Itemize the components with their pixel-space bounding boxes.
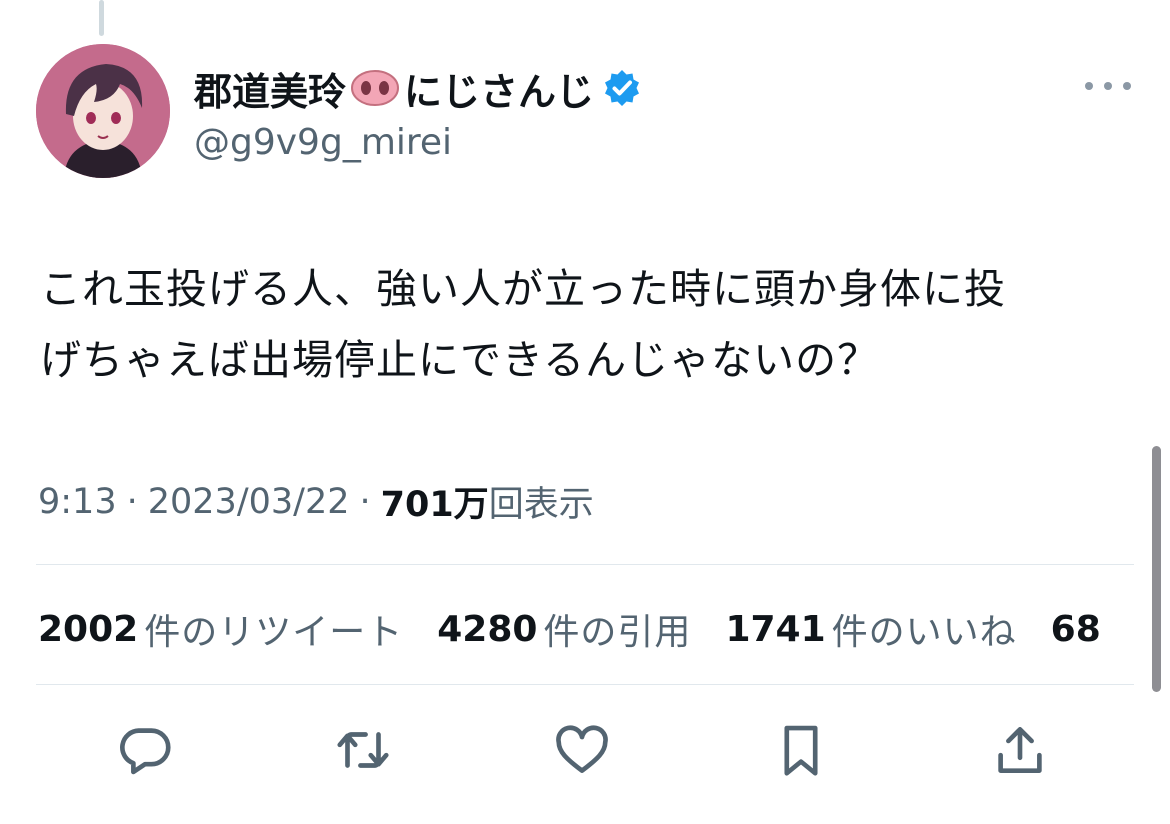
tweet-text-line: これ玉投げる人、強い人が立った時に頭か身体に投 xyxy=(40,265,1006,313)
more-dot-icon xyxy=(1123,82,1131,90)
divider xyxy=(36,564,1134,565)
bookmarks-stat[interactable]: 68 xyxy=(1051,609,1107,650)
like-button[interactable] xyxy=(547,712,617,788)
retweet-icon xyxy=(337,732,389,768)
tweet-text: これ玉投げる人、強い人が立った時に頭か身体に投 げちゃえば出場停止にできるんじゃ… xyxy=(40,254,1140,396)
share-icon xyxy=(998,727,1042,773)
display-name[interactable]: 郡道美玲 xyxy=(194,61,346,116)
pig-nose-icon xyxy=(350,69,400,107)
reply-button[interactable] xyxy=(110,712,180,788)
quotes-count: 4280 xyxy=(437,608,538,650)
retweets-label: 件のリツイート xyxy=(144,612,404,653)
more-options-button[interactable] xyxy=(1085,72,1131,100)
tweet-time[interactable]: 9:13 xyxy=(38,482,117,522)
author-handle[interactable]: @g9v9g_mirei xyxy=(194,122,452,163)
more-dot-icon xyxy=(1104,82,1112,90)
bookmark-icon xyxy=(784,725,818,776)
retweets-stat[interactable]: 2002 件のリツイート xyxy=(38,603,403,655)
views-label: 回表示 xyxy=(488,485,594,525)
divider xyxy=(36,684,1134,685)
reply-icon xyxy=(120,728,171,775)
bookmarks-count: 68 xyxy=(1050,608,1101,650)
more-dot-icon xyxy=(1085,82,1093,90)
share-button[interactable] xyxy=(985,712,1055,788)
like-icon xyxy=(556,725,608,773)
quotes-label: 件の引用 xyxy=(543,612,692,653)
retweets-count: 2002 xyxy=(38,608,139,650)
author-name-row[interactable]: 郡道美玲 にじさんじ xyxy=(194,56,642,120)
likes-label: 件のいいね xyxy=(831,612,1017,653)
scrollbar[interactable] xyxy=(1152,446,1161,692)
thread-connector-line xyxy=(99,0,104,36)
action-bar xyxy=(0,712,1170,788)
views-count[interactable]: 701万 xyxy=(381,476,489,527)
display-name-suffix[interactable]: にじさんじ xyxy=(404,61,594,116)
tweet-text-line: げちゃえば出場停止にできるんじゃないの？ xyxy=(40,336,880,384)
quotes-stat[interactable]: 4280 件の引用 xyxy=(437,603,691,655)
retweet-button[interactable] xyxy=(328,712,398,788)
likes-count: 1741 xyxy=(725,608,826,650)
avatar-image xyxy=(36,44,170,178)
meta-separator: · xyxy=(126,481,138,522)
tweet-meta: 9:13 · 2023/03/22 · 701万 回表示 xyxy=(38,476,594,527)
engagement-stats: 2002 件のリツイート 4280 件の引用 1741 件のいいね 68 xyxy=(38,603,1141,655)
likes-stat[interactable]: 1741 件のいいね xyxy=(725,603,1016,655)
bookmark-button[interactable] xyxy=(766,712,836,788)
meta-separator: · xyxy=(359,481,371,522)
verified-badge-icon[interactable] xyxy=(602,68,642,108)
tweet-date[interactable]: 2023/03/22 xyxy=(148,482,350,522)
avatar[interactable] xyxy=(36,44,170,178)
